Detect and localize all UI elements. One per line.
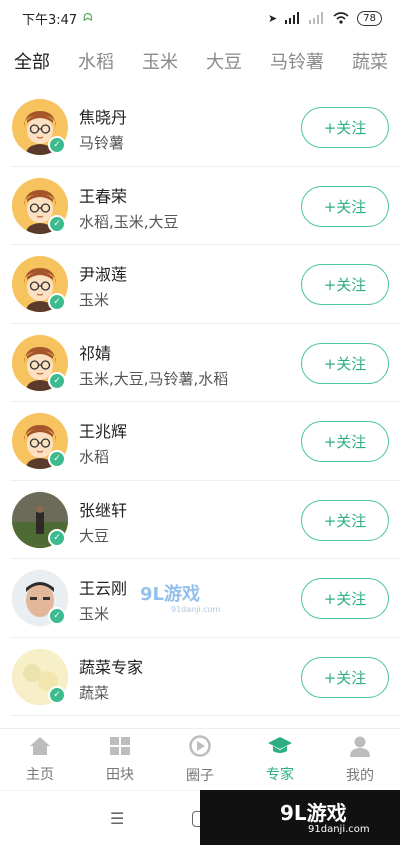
list-item[interactable]: ✓ 张继轩大豆 +关注: [10, 481, 400, 559]
bottom-navigation: 主页 田块 圈子 专家 我的: [0, 728, 400, 790]
field-icon: [109, 736, 131, 760]
nav-item-3[interactable]: 专家: [240, 729, 320, 790]
circle-icon: [189, 734, 211, 761]
user-name: 王云刚: [79, 579, 128, 598]
nav-label: 我的: [346, 767, 374, 784]
verified-badge-icon: ✓: [48, 293, 66, 311]
list-item[interactable]: ✓ 王兆辉水稻 +关注: [10, 402, 400, 481]
home-icon: [29, 736, 51, 760]
user-crops: 玉米: [79, 605, 110, 623]
signal-icon: [285, 12, 300, 24]
list-item[interactable]: ✓ 蔬菜专家蔬菜 +关注: [10, 638, 400, 716]
user-name: 张继轩: [79, 500, 128, 520]
category-tabs: 全部 水稻 玉米 大豆 马铃薯 蔬菜: [0, 40, 400, 82]
nav-label: 主页: [26, 766, 54, 783]
tab-0[interactable]: 全部: [14, 48, 50, 74]
user-crops: 玉米,大豆,马铃薯,水稻: [79, 369, 229, 388]
follow-button[interactable]: +关注: [301, 656, 389, 698]
follow-button[interactable]: +关注: [301, 578, 389, 619]
verified-badge-icon: ✓: [48, 607, 66, 625]
corner-watermark-logo: 9L游戏: [280, 801, 347, 825]
signal-secondary-icon: [309, 12, 324, 24]
tab-3[interactable]: 大豆: [206, 48, 242, 74]
expert-list: ✓ 焦晓丹马铃薯 +关注 ✓ 王春荣水稻,玉米,大豆 +关注 ✓ 尹淑莲玉米 +关注 ✓ 祁婧玉米,…: [0, 88, 400, 728]
user-name: 蔬菜专家: [79, 657, 144, 677]
follow-button[interactable]: +关注: [301, 499, 389, 541]
user-crops: 水稻: [79, 448, 110, 466]
user-crops: 玉米: [79, 291, 110, 309]
user-name: 王兆辉: [79, 422, 128, 441]
list-item[interactable]: ✓ 尹淑莲玉米 +关注: [10, 245, 400, 324]
status-time: 下午3:47: [22, 12, 78, 28]
verified-badge-icon: ✓: [48, 136, 66, 154]
user-name: 焦晓丹: [79, 108, 128, 127]
list-item[interactable]: ✓ 焦晓丹马铃薯 +关注: [10, 88, 400, 167]
follow-button[interactable]: +关注: [301, 421, 389, 462]
status-bar: 下午3:47 ᗣ ➤ 78: [0, 0, 400, 36]
wifi-icon: [333, 12, 349, 24]
list-item[interactable]: ✓ 王云刚玉米 +关注: [10, 559, 400, 638]
profile-icon: [349, 735, 371, 761]
verified-badge-icon: ✓: [48, 450, 66, 468]
tab-2[interactable]: 玉米: [142, 48, 178, 74]
tab-5[interactable]: 蔬菜: [352, 48, 388, 74]
verified-badge-icon: ✓: [48, 685, 66, 704]
watermark-logo: 9L游戏: [140, 584, 200, 605]
location-icon: ➤: [268, 11, 278, 25]
follow-button[interactable]: +关注: [301, 185, 389, 227]
follow-button[interactable]: +关注: [301, 107, 389, 148]
nav-label: 圈子: [186, 767, 214, 784]
verified-badge-icon: ✓: [48, 528, 66, 547]
android-icon: ᗣ: [83, 11, 93, 24]
battery-indicator: 78: [357, 10, 382, 26]
corner-watermark: 9L游戏 91danji.com: [200, 790, 400, 845]
menu-key-icon[interactable]: ☰: [110, 809, 124, 828]
corner-watermark-url: 91danji.com: [308, 824, 370, 835]
follow-button[interactable]: +关注: [301, 342, 389, 384]
nav-item-2[interactable]: 圈子: [160, 729, 240, 790]
nav-item-4[interactable]: 我的: [320, 729, 400, 790]
nav-label: 田块: [106, 766, 134, 783]
user-name: 王春荣: [79, 186, 128, 206]
list-item[interactable]: ✓ 王春荣水稻,玉米,大豆 +关注: [10, 167, 400, 245]
user-crops: 马铃薯: [79, 134, 125, 152]
watermark-url: 91danji.com: [171, 605, 221, 614]
user-crops: 大豆: [79, 526, 110, 545]
verified-badge-icon: ✓: [48, 371, 66, 390]
nav-item-0[interactable]: 主页: [0, 729, 80, 790]
user-crops: 蔬菜: [79, 683, 110, 702]
expert-icon: [267, 736, 293, 760]
nav-item-1[interactable]: 田块: [80, 729, 160, 790]
tab-4[interactable]: 马铃薯: [270, 48, 324, 74]
nav-label: 专家: [266, 766, 294, 783]
user-crops: 水稻,玉米,大豆: [79, 212, 179, 231]
user-name: 尹淑莲: [79, 265, 128, 284]
list-item[interactable]: ✓ 祁婧玉米,大豆,马铃薯,水稻 +关注: [10, 324, 400, 402]
user-name: 祁婧: [79, 343, 112, 363]
follow-button[interactable]: +关注: [301, 264, 389, 305]
tab-1[interactable]: 水稻: [78, 48, 114, 74]
verified-badge-icon: ✓: [48, 214, 66, 233]
